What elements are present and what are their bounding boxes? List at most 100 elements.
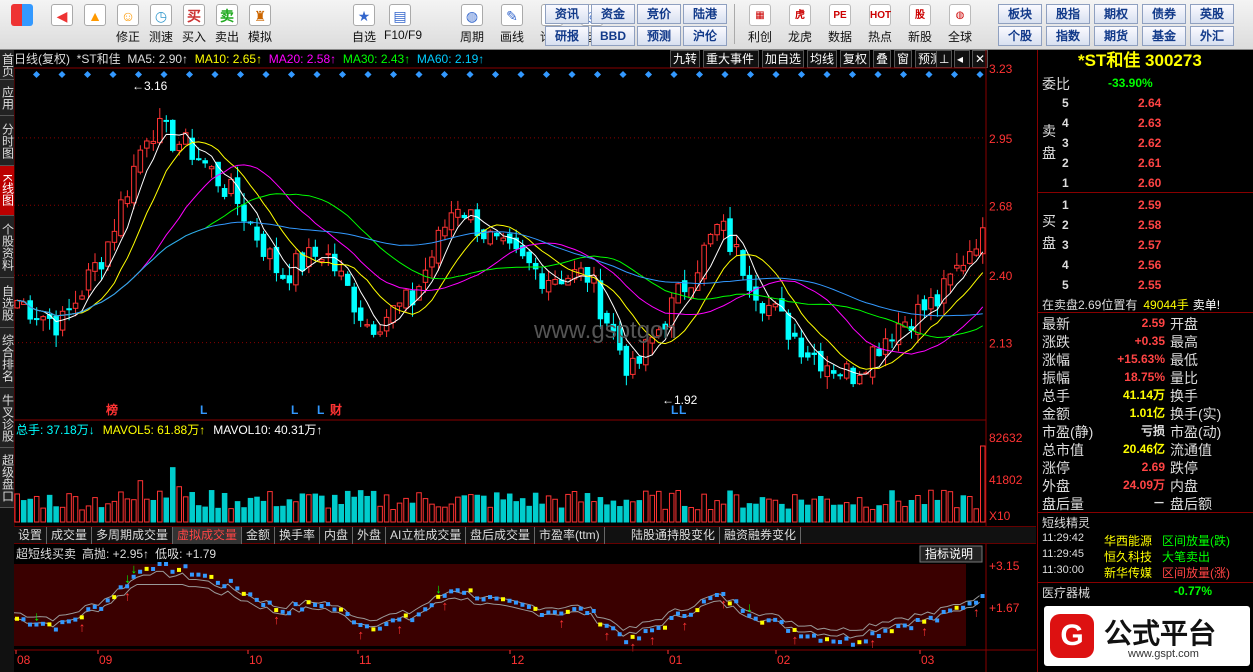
f10-button[interactable]: ▤ F10/F9	[384, 2, 422, 47]
quick3-期权[interactable]: 期权	[1094, 4, 1138, 24]
quick3-英股[interactable]: 英股	[1190, 4, 1234, 24]
quick3-板块[interactable]: 板块	[998, 4, 1042, 24]
rb-0-button[interactable]: ▦ 利创	[744, 2, 776, 47]
sell-button[interactable]: 卖卖出	[211, 2, 243, 47]
quick-竞价[interactable]: 竞价	[637, 4, 681, 24]
quick4-个股[interactable]: 个股	[998, 26, 1042, 46]
candle-body	[979, 227, 986, 255]
sell-level-price[interactable]: 2.60	[1138, 176, 1161, 190]
volume-bar	[169, 467, 176, 523]
rb-5-button[interactable]: ◍ 全球	[944, 2, 976, 47]
quick4-外汇[interactable]: 外汇	[1190, 26, 1234, 46]
rb-2-button[interactable]: PE 数据	[824, 2, 856, 47]
left-tab-4[interactable]: 个股资料	[0, 216, 15, 278]
quick3-债券[interactable]: 债券	[1142, 4, 1186, 24]
candle-body	[344, 273, 351, 286]
buy-level-price[interactable]: 2.55	[1138, 278, 1161, 292]
sell-level-price[interactable]: 2.61	[1138, 156, 1161, 170]
volume-tab-10[interactable]: 市盈率(ttm)	[535, 527, 605, 544]
draw-button[interactable]: ✎ 画线	[496, 2, 528, 47]
elf-stock[interactable]: 新华传媒	[1104, 564, 1152, 581]
quick4-期货[interactable]: 期货	[1094, 26, 1138, 46]
back-button[interactable]: ◀	[46, 2, 78, 47]
elf-stock[interactable]: 华西能源	[1104, 532, 1152, 549]
timer-button[interactable]: ◷ 测速	[145, 2, 177, 47]
indicator-dot	[883, 628, 888, 633]
volume-tab-2[interactable]: 多周期成交量	[92, 527, 174, 544]
elf-stock[interactable]: 恒久科技	[1104, 548, 1152, 565]
select-button[interactable]: ★ 自选	[348, 2, 380, 47]
quick-研报[interactable]: 研报	[545, 26, 589, 46]
rb-1-button[interactable]: 虎龙虎	[784, 2, 816, 47]
volume-bar	[137, 480, 144, 523]
indicator-dot	[688, 612, 693, 617]
volume-bar	[325, 507, 332, 523]
candle-body	[766, 304, 772, 317]
volume-bar	[53, 506, 59, 523]
left-tab-1[interactable]: 应用	[0, 80, 15, 116]
volume-tab-4[interactable]: 金额	[242, 527, 276, 544]
candle-body	[552, 278, 558, 285]
volume-bar	[468, 494, 474, 523]
stat-value: +15.63%	[1117, 352, 1165, 366]
indicator-dot	[157, 562, 162, 566]
buy-level-price[interactable]: 2.58	[1138, 218, 1161, 232]
candle-body	[830, 370, 837, 374]
period-button[interactable]: ◍ 周期	[456, 2, 488, 47]
sell-level-price[interactable]: 2.63	[1138, 116, 1161, 130]
buy-level-price[interactable]: 2.56	[1138, 258, 1161, 272]
candle-body	[396, 302, 403, 307]
quick-资讯[interactable]: 资讯	[545, 4, 589, 24]
signal-diamond	[823, 70, 831, 79]
volume-bar	[558, 507, 565, 523]
volume-tab-9[interactable]: 盘后成交量	[466, 527, 536, 544]
rb-3-button[interactable]: HOT 热点	[864, 2, 896, 47]
candle-body	[506, 233, 513, 244]
left-tab-0[interactable]: 首页	[0, 50, 15, 80]
home-grid-icon[interactable]	[6, 2, 38, 47]
volume-bar	[526, 505, 532, 523]
buy-level-price[interactable]: 2.59	[1138, 198, 1161, 212]
left-tab-6[interactable]: 综合排名	[0, 328, 15, 388]
left-tab-5[interactable]: 自选股	[0, 278, 15, 328]
quick-预测[interactable]: 预测	[637, 26, 681, 46]
quick-陆港[interactable]: 陆港	[683, 4, 727, 24]
volume-tab-6[interactable]: 内盘	[320, 527, 354, 544]
elf-title[interactable]: 短线精灵	[1042, 514, 1090, 531]
repair-button[interactable]: ☺ 修正	[112, 2, 144, 47]
sector-name[interactable]: 医疗器械	[1042, 584, 1090, 601]
candle-body	[882, 338, 889, 355]
volume-tab-12[interactable]: 融资融券变化	[720, 527, 802, 544]
candle-body	[85, 269, 92, 291]
quick4-指数[interactable]: 指数	[1046, 26, 1090, 46]
buy-level-price[interactable]: 2.57	[1138, 238, 1161, 252]
volume-tab-11[interactable]: 陆股通持股变化	[627, 527, 721, 544]
quick4-基金[interactable]: 基金	[1142, 26, 1186, 46]
volume-tab-7[interactable]: 外盘	[353, 527, 387, 544]
simulate-button[interactable]: ♜ 模拟	[244, 2, 276, 47]
sell-level-price[interactable]: 2.64	[1138, 96, 1161, 110]
volume-bar	[824, 498, 831, 523]
rb-4-button[interactable]: 股新股	[904, 2, 936, 47]
quick3-股指[interactable]: 股指	[1046, 4, 1090, 24]
left-tab-2[interactable]: 分时图	[0, 116, 15, 166]
volume-tab-8[interactable]: AI立桩成交量	[386, 527, 467, 544]
stat-label-2: 盘后额	[1170, 496, 1212, 512]
volume-tab-3[interactable]: 虚拟成交量	[173, 527, 243, 544]
indicator-dot	[488, 595, 493, 600]
sell-level-price[interactable]: 2.62	[1138, 136, 1161, 150]
volume-tab-0[interactable]: 设置	[14, 527, 48, 544]
left-tab-7[interactable]: 牛叉诊股	[0, 388, 15, 448]
volume-bar	[960, 495, 967, 523]
quick-沪伦[interactable]: 沪伦	[683, 26, 727, 46]
left-tab-8[interactable]: 超级盘口	[0, 448, 15, 508]
quick-BBD[interactable]: BBD	[591, 26, 635, 46]
weibi-value: -33.90%	[1108, 76, 1153, 90]
volume-tab-1[interactable]: 成交量	[47, 527, 93, 544]
left-tab-3[interactable]: K线图	[0, 166, 15, 216]
kline-chart[interactable]: 日线(复权) *ST和佳 MA5: 2.90↑ MA10: 2.65↑ MA20…	[14, 50, 1036, 672]
quick-资金[interactable]: 资金	[591, 4, 635, 24]
forward-button[interactable]: ▲	[79, 2, 111, 47]
volume-tab-5[interactable]: 换手率	[275, 527, 321, 544]
buy-button[interactable]: 买买入	[178, 2, 210, 47]
